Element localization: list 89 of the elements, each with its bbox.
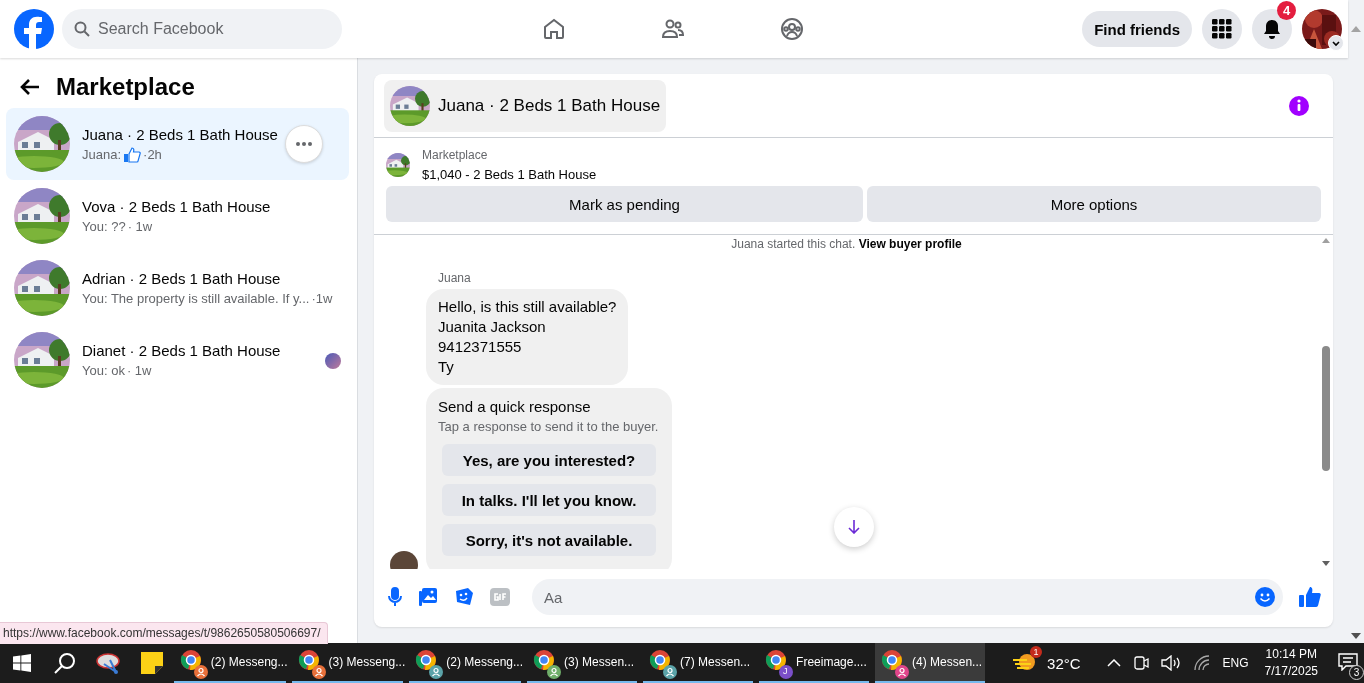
message-input[interactable]: Aa xyxy=(532,579,1283,615)
search-field[interactable]: Search Facebook xyxy=(62,9,342,49)
thumbs-up-icon[interactable] xyxy=(1299,587,1321,607)
conversation-title: Vova · 2 Beds 1 Bath House xyxy=(82,198,271,215)
taskbar-app[interactable]: J Freeimage.... xyxy=(759,643,870,683)
message-preview: Juana: xyxy=(82,147,122,162)
speaker-icon[interactable] xyxy=(1160,655,1181,671)
conversation-item[interactable]: Vova · 2 Beds 1 Bath House You: ??· 1w xyxy=(6,180,349,252)
sender-name: Juana xyxy=(438,271,472,285)
page-title: Marketplace xyxy=(56,73,195,101)
arrow-down-icon xyxy=(848,520,860,534)
app-label: (4) Messen... xyxy=(912,655,983,669)
scroll-down-icon[interactable] xyxy=(1322,561,1330,566)
find-friends-button[interactable]: Find friends xyxy=(1082,11,1192,47)
grid-icon xyxy=(1212,19,1232,39)
chat-title-button[interactable]: Juana · 2 Beds 1 Bath House xyxy=(384,79,667,132)
action-button[interactable]: Mark as pending xyxy=(386,186,863,222)
sticker-icon[interactable] xyxy=(454,587,474,607)
action-button[interactable]: More options xyxy=(867,186,1321,222)
profile-letter: J xyxy=(783,666,788,676)
conversation-item[interactable]: Adrian · 2 Beds 1 Bath House You: The property is still available. If y...·1w xyxy=(6,252,349,324)
message-time: · 1w xyxy=(126,363,152,378)
emoji-icon[interactable] xyxy=(1255,587,1275,607)
message-bubble: Hello, is this still available? Juanita Jackson 9412371555 Ty xyxy=(426,289,629,385)
quick-response-title: Send a quick response xyxy=(438,398,592,415)
scroll-up-icon[interactable] xyxy=(1322,238,1330,243)
conversation-title: Adrian · 2 Beds 1 Bath House xyxy=(82,270,282,287)
scissors-icon[interactable] xyxy=(95,652,122,674)
windows-start-icon[interactable] xyxy=(12,654,31,672)
scrollbar-thumb[interactable] xyxy=(1322,346,1330,471)
people-icon[interactable] xyxy=(661,17,685,41)
microphone-icon[interactable] xyxy=(388,587,402,607)
chevron-down-icon[interactable] xyxy=(1328,35,1344,51)
camera-icon[interactable] xyxy=(1132,654,1149,672)
app-label: (2) Messeng... xyxy=(210,655,288,669)
scroll-down-icon[interactable] xyxy=(1351,633,1361,639)
conversation-item[interactable]: Dianet · 2 Beds 1 Bath House You: ok· 1w xyxy=(6,324,349,396)
chat-notice: Juana started this chat. View buyer profile xyxy=(730,237,963,251)
wifi-icon[interactable] xyxy=(1192,655,1211,671)
time: 10:14 PM xyxy=(1265,646,1317,663)
quick-response-button[interactable]: Sorry, it's not available. xyxy=(442,524,656,556)
notification-count: 3 xyxy=(1349,664,1364,680)
quick-response-button[interactable]: Yes, are you interested? xyxy=(442,444,656,476)
conversation-title: Juana · 2 Beds 1 Bath House xyxy=(82,125,278,143)
listing-title: $1,040 - 2 Beds 1 Bath House xyxy=(422,167,597,182)
taskbar-app[interactable]: (3) Messen... xyxy=(527,643,638,683)
message-preview: You: The property is still available. If y... xyxy=(82,291,310,306)
message-preview: You: ?? xyxy=(82,219,126,234)
weather-icon[interactable] xyxy=(1013,651,1038,672)
language-indicator[interactable]: ENG xyxy=(1222,656,1249,670)
weather-badge: 1 xyxy=(1030,645,1043,658)
app-label: (2) Messeng... xyxy=(446,655,523,669)
message-time: ·1w xyxy=(311,291,333,306)
link-url: https://www.facebook.com/messages/t/9862650580506697/ xyxy=(3,626,321,640)
conversation-item[interactable]: Juana · 2 Beds 1 Bath House Juana: ·2h xyxy=(6,108,349,180)
date: 7/17/2025 xyxy=(1264,663,1318,680)
taskbar-app[interactable]: (2) Messeng... xyxy=(409,643,522,683)
quick-response-button[interactable]: In talks. I'll let you know. xyxy=(442,484,656,516)
info-icon[interactable] xyxy=(1289,95,1309,116)
taskbar-app[interactable]: (4) Messen... xyxy=(875,643,986,683)
search-icon[interactable] xyxy=(54,652,77,674)
taskbar-app[interactable]: (7) Messen... xyxy=(643,643,754,683)
notification-badge: 4 xyxy=(1277,1,1296,20)
more-icon xyxy=(296,142,312,146)
conversation-title: Dianet · 2 Beds 1 Bath House xyxy=(82,342,281,359)
quick-response-hint: Tap a response to send it to the buyer. xyxy=(438,419,656,434)
chat-title: Juana · 2 Beds 1 Bath House xyxy=(438,95,661,116)
search-icon xyxy=(74,21,90,37)
back-arrow-icon[interactable] xyxy=(20,78,40,96)
sticky-note-icon[interactable] xyxy=(141,652,164,674)
clock[interactable]: 10:14 PM 7/17/2025 xyxy=(1264,646,1318,680)
app-label: (7) Messen... xyxy=(680,655,751,669)
scroll-down-button[interactable] xyxy=(834,507,874,547)
bell-icon xyxy=(1262,19,1282,39)
app-label: Freeimage.... xyxy=(796,655,867,669)
app-label: (3) Messen... xyxy=(564,655,635,669)
message-time: · 1w xyxy=(127,219,153,234)
app-label: (3) Messeng... xyxy=(328,655,406,669)
profile-circle-icon[interactable] xyxy=(780,17,804,41)
chevron-up-icon[interactable] xyxy=(1106,659,1121,667)
menu-button[interactable] xyxy=(1202,9,1242,49)
temperature: 32°C xyxy=(1047,654,1081,672)
photo-icon[interactable] xyxy=(418,587,438,607)
message-preview: You: ok xyxy=(82,363,125,378)
listing-source: Marketplace xyxy=(422,148,489,162)
more-options-button[interactable] xyxy=(285,125,323,163)
home-icon[interactable] xyxy=(542,17,566,41)
facebook-logo[interactable] xyxy=(14,9,54,49)
message-time: ·2h xyxy=(143,147,162,162)
